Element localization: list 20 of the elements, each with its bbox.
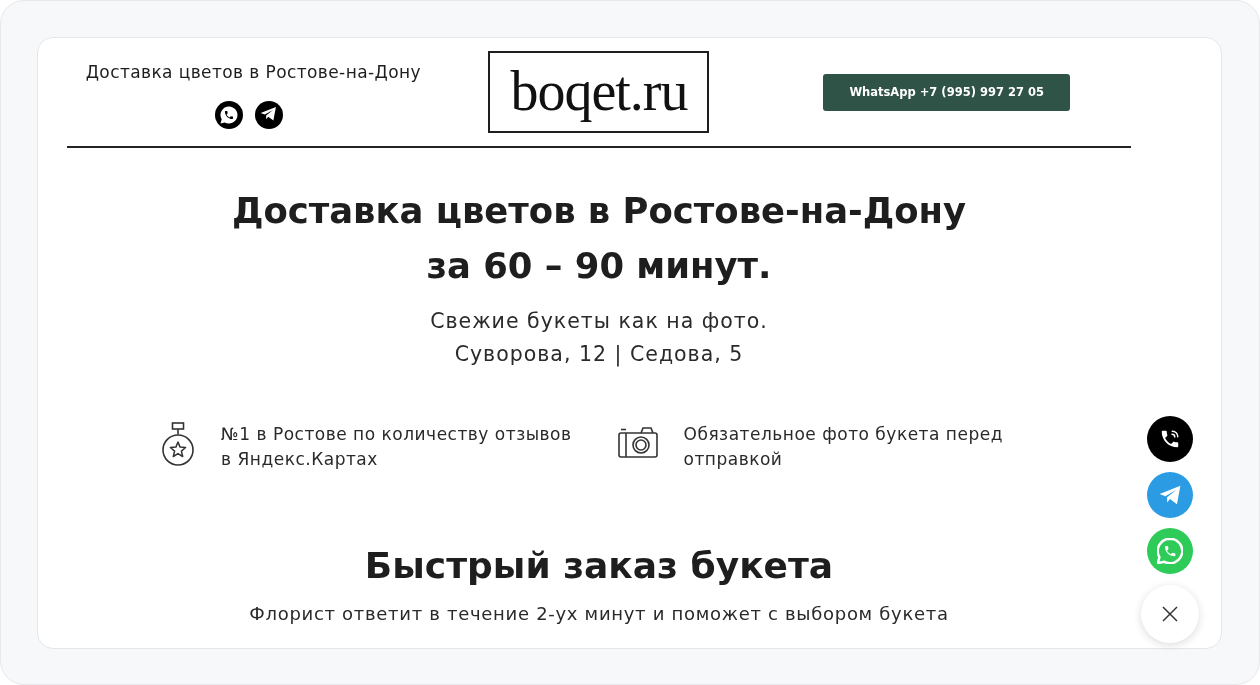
medal-star-icon xyxy=(161,422,196,468)
header-tagline: Доставка цветов в Ростове-на-Дону xyxy=(85,61,421,82)
chat-bubble-icon[interactable] xyxy=(215,100,244,129)
feature-text: №1 в Ростове по количеству отзывов в Яндекс.Картах xyxy=(221,423,572,471)
close-button[interactable] xyxy=(1141,585,1199,643)
hero-subtitle: Свежие букеты как на фото. Суворова, 12 | Седова, 5 xyxy=(429,308,769,369)
camera-icon xyxy=(617,426,658,458)
paper-plane-icon xyxy=(1159,484,1181,506)
paper-plane-button[interactable] xyxy=(1147,472,1193,518)
hero-heading: Доставка цветов в Ростове-на-Дону за 60 – 90 минут. xyxy=(230,189,968,288)
phone-icon xyxy=(1159,428,1181,450)
section-heading: Быстрый заказ букета xyxy=(363,544,835,588)
feature-text: Обязательное фото букета перед отправкой xyxy=(683,423,1003,471)
phone-button[interactable] xyxy=(1147,416,1193,462)
paper-plane-icon[interactable] xyxy=(255,100,284,129)
section-subtitle: Флорист ответит в течение 2-ух минут и поможет с выбором букета xyxy=(248,602,950,626)
whatsapp-button[interactable]: WhatsApp +7 (995) 997 27 05 xyxy=(823,73,1071,111)
logo[interactable]: boqet.ru xyxy=(488,51,710,133)
close-icon xyxy=(1162,606,1178,622)
chat-bubble-icon xyxy=(1157,538,1183,564)
